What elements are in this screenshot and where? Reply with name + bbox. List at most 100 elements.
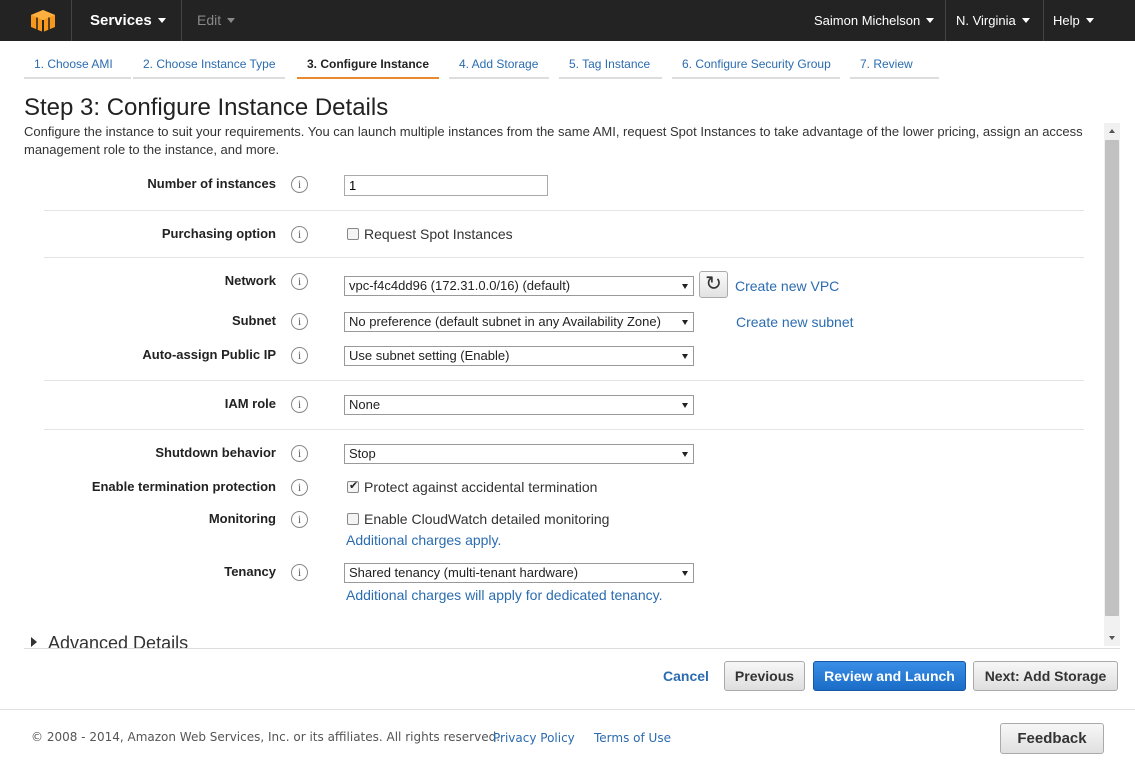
edit-menu[interactable]: Edit xyxy=(197,0,236,41)
termination-protection-label: Enable termination protection xyxy=(91,479,276,494)
topbar-divider xyxy=(71,0,72,41)
tab-choose-instance-type[interactable]: 2. Choose Instance Type xyxy=(133,54,285,79)
network-label: Network xyxy=(224,273,276,288)
auto-assign-ip-label: Auto-assign Public IP xyxy=(142,347,276,362)
monitoring-label: Monitoring xyxy=(208,511,276,526)
scroll-down-button[interactable] xyxy=(1104,630,1120,646)
divider xyxy=(44,210,1084,211)
divider xyxy=(44,380,1084,381)
info-icon[interactable]: i xyxy=(291,511,308,528)
region-menu-label: N. Virginia xyxy=(956,13,1016,28)
advanced-details-toggle[interactable]: Advanced Details xyxy=(31,633,188,654)
top-navigation-bar: Services Edit Saimon Michelson N. Virgin… xyxy=(0,0,1135,41)
next-add-storage-button[interactable]: Next: Add Storage xyxy=(973,661,1118,691)
user-menu-label: Saimon Michelson xyxy=(814,13,921,28)
feedback-button[interactable]: Feedback xyxy=(1000,723,1104,754)
cancel-button[interactable]: Cancel xyxy=(663,668,709,684)
shutdown-behavior-label: Shutdown behavior xyxy=(155,445,276,460)
divider xyxy=(44,257,1084,258)
privacy-policy-link[interactable]: Privacy Policy xyxy=(493,731,575,745)
user-menu[interactable]: Saimon Michelson xyxy=(814,0,935,41)
dedicated-tenancy-charges-link[interactable]: Additional charges will apply for dedica… xyxy=(346,587,662,603)
spot-instances-checkbox-label: Request Spot Instances xyxy=(364,226,513,242)
scroll-up-button[interactable] xyxy=(1104,123,1120,139)
scrollbar-thumb[interactable] xyxy=(1105,140,1119,616)
tab-configure-security-group[interactable]: 6. Configure Security Group xyxy=(672,54,840,79)
info-icon[interactable]: i xyxy=(291,347,308,364)
shutdown-behavior-select[interactable]: Stop xyxy=(344,444,694,464)
review-and-launch-button[interactable]: Review and Launch xyxy=(813,661,966,691)
dropdown-arrow-icon xyxy=(682,403,688,408)
advanced-details-label: Advanced Details xyxy=(48,633,189,653)
dropdown-arrow-icon xyxy=(682,284,688,289)
chevron-down-icon xyxy=(1085,18,1094,24)
subnet-select[interactable]: No preference (default subnet in any Ava… xyxy=(344,312,694,332)
info-icon[interactable]: i xyxy=(291,564,308,581)
info-icon[interactable]: i xyxy=(291,273,308,290)
refresh-icon: ↻ xyxy=(705,273,722,295)
tab-configure-instance[interactable]: 3. Configure Instance xyxy=(297,54,439,79)
topbar-divider xyxy=(181,0,182,41)
info-icon[interactable]: i xyxy=(291,176,308,193)
spot-instances-checkbox[interactable] xyxy=(347,228,359,240)
cloudwatch-monitoring-option[interactable]: Enable CloudWatch detailed monitoring xyxy=(347,511,609,527)
footer-divider xyxy=(0,709,1135,710)
create-new-subnet-link[interactable]: Create new subnet xyxy=(736,314,854,330)
tab-add-storage[interactable]: 4. Add Storage xyxy=(449,54,549,79)
info-icon[interactable]: i xyxy=(291,313,308,330)
cloudwatch-monitoring-checkbox[interactable] xyxy=(347,513,359,525)
divider xyxy=(24,648,1120,649)
chevron-down-icon xyxy=(1021,18,1030,24)
purchasing-option-label: Purchasing option xyxy=(161,226,276,241)
page-description: Configure the instance to suit your requ… xyxy=(24,124,1083,157)
number-of-instances-label: Number of instances xyxy=(147,176,276,191)
dropdown-arrow-icon xyxy=(682,354,688,359)
region-menu[interactable]: N. Virginia xyxy=(956,0,1030,41)
iam-role-label: IAM role xyxy=(224,396,276,411)
dropdown-arrow-icon xyxy=(682,571,688,576)
arrow-up-icon xyxy=(1109,129,1115,133)
help-menu-label: Help xyxy=(1053,13,1080,28)
monitoring-charges-link[interactable]: Additional charges apply. xyxy=(346,532,501,548)
network-select[interactable]: vpc-f4c4dd96 (172.31.0.0/16) (default) xyxy=(344,276,694,296)
tenancy-label: Tenancy xyxy=(224,564,276,579)
termination-protection-option[interactable]: Protect against accidental termination xyxy=(347,479,597,495)
topbar-divider xyxy=(945,0,946,41)
services-menu-label: Services xyxy=(90,12,152,29)
shutdown-behavior-select-value: Stop xyxy=(349,446,376,461)
dropdown-arrow-icon xyxy=(682,452,688,457)
tab-review[interactable]: 7. Review xyxy=(850,54,939,79)
subnet-label: Subnet xyxy=(231,313,276,328)
termination-protection-checkbox[interactable] xyxy=(347,479,359,493)
cloudwatch-monitoring-checkbox-label: Enable CloudWatch detailed monitoring xyxy=(364,511,610,527)
refresh-network-button[interactable]: ↻ xyxy=(699,271,728,298)
topbar-divider xyxy=(1043,0,1044,41)
chevron-down-icon xyxy=(926,18,935,24)
info-icon[interactable]: i xyxy=(291,396,308,413)
iam-role-select-value: None xyxy=(349,397,381,412)
network-select-value: vpc-f4c4dd96 (172.31.0.0/16) (default) xyxy=(349,278,571,293)
info-icon[interactable]: i xyxy=(291,479,308,496)
iam-role-select[interactable]: None xyxy=(344,395,694,415)
info-icon[interactable]: i xyxy=(291,226,308,243)
terms-of-use-link[interactable]: Terms of Use xyxy=(594,731,671,745)
create-new-vpc-link[interactable]: Create new VPC xyxy=(735,278,839,294)
chevron-down-icon xyxy=(227,17,236,23)
page-title: Step 3: Configure Instance Details xyxy=(24,94,389,121)
dropdown-arrow-icon xyxy=(682,320,688,325)
number-of-instances-input[interactable] xyxy=(344,175,548,196)
tab-choose-ami[interactable]: 1. Choose AMI xyxy=(24,54,131,79)
auto-assign-ip-select-value: Use subnet setting (Enable) xyxy=(349,348,510,363)
termination-protection-checkbox-label: Protect against accidental termination xyxy=(364,479,598,495)
spot-instances-option[interactable]: Request Spot Instances xyxy=(347,226,513,242)
chevron-down-icon xyxy=(157,17,166,23)
aws-logo-icon[interactable] xyxy=(30,9,56,33)
help-menu[interactable]: Help xyxy=(1053,0,1094,41)
auto-assign-ip-select[interactable]: Use subnet setting (Enable) xyxy=(344,346,694,366)
divider xyxy=(44,429,1084,430)
tenancy-select[interactable]: Shared tenancy (multi-tenant hardware) xyxy=(344,563,694,583)
info-icon[interactable]: i xyxy=(291,445,308,462)
services-menu[interactable]: Services xyxy=(90,0,166,41)
tab-tag-instance[interactable]: 5. Tag Instance xyxy=(559,54,662,79)
previous-button[interactable]: Previous xyxy=(724,661,805,691)
